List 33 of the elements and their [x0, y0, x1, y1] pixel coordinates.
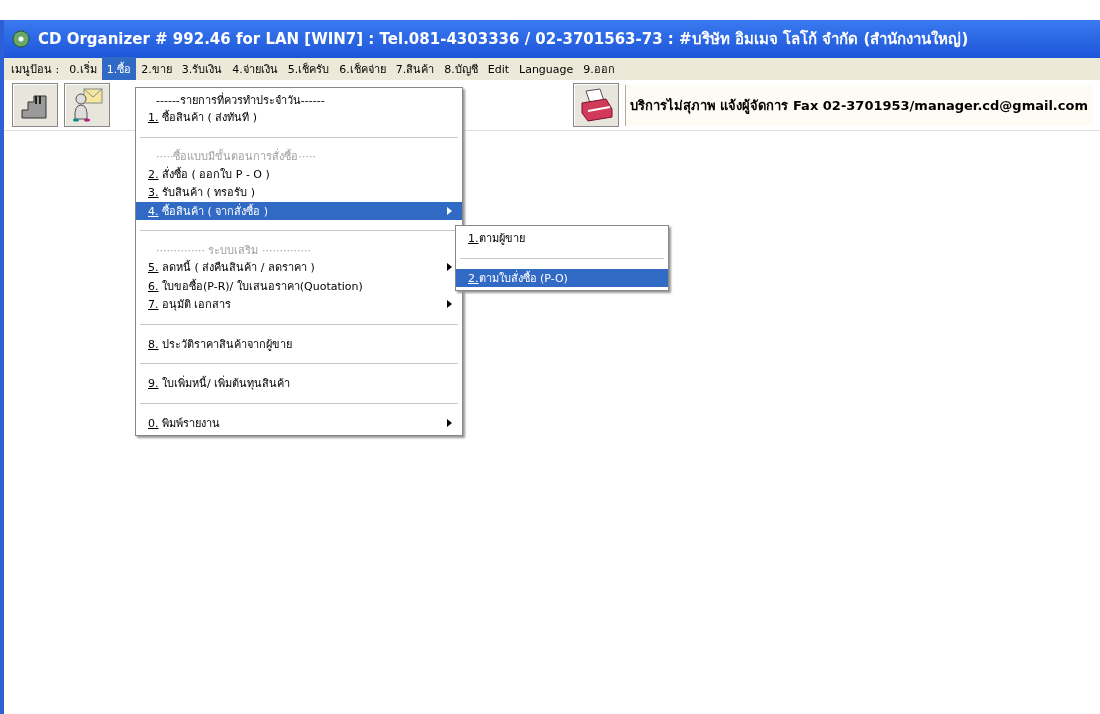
menu-bar-item[interactable]: 4.จ่ายเงิน	[227, 57, 283, 81]
menu-bar-item[interactable]: 6.เช็คจ่าย	[334, 57, 391, 81]
menu-bar-item[interactable]: 7.สินค้า	[390, 57, 440, 81]
menu-item[interactable]: 4. ซื้อสินค้า ( จากสั่งซื้อ )	[136, 201, 462, 220]
menu-item[interactable]: 1.ตามผู้ขาย	[456, 229, 668, 248]
menu-bar-item[interactable]: 8.บัญชี	[439, 57, 483, 81]
menu-bar-item[interactable]: 9.ออก	[578, 57, 620, 81]
menu-section-header: ·····ซื้อแบบมีขั้นตอนการสั่งซื้อ·····	[155, 147, 317, 165]
menu-bar-item[interactable]: 0.เริ่ม	[64, 57, 102, 81]
person-envelope-icon	[70, 87, 104, 123]
window-title: CD Organizer # 992.46 for LAN [WIN7] : Tel.081-4303336 / 02-3701563-73 : #บริษัท อิมเมจ โลโก้ จำกัด (สำนักงานใหญ่)	[38, 29, 969, 50]
menu-section-header: ------รายการที่ควรทำประจำวัน------	[155, 91, 326, 108]
menu-item[interactable]: 1. ซื้อสินค้า ( ส่งทันที )	[136, 108, 462, 127]
toolbar-button[interactable]	[12, 83, 58, 127]
menu-bar-item[interactable]: 2.ขาย	[136, 57, 177, 81]
menu-bar-item[interactable]: Edit	[482, 59, 514, 79]
menu-item[interactable]: 8. ประวัติราคาสินค้าจากผู้ขาย	[136, 334, 462, 353]
menu-item[interactable]: 7. อนุมัติ เอกสาร	[136, 295, 462, 314]
menu-bar-item[interactable]: 5.เช็ครับ	[282, 57, 335, 81]
menu-item[interactable]: 2.ตามใบสั่งซื้อ (P-O)	[456, 268, 668, 287]
menu-bar-label: เมนูป้อน :	[10, 62, 61, 78]
notice-text: บริการไม่สุภาพ แจ้งผู้จัดการ Fax 02-3701953/manager.cd@gmail.com	[624, 84, 1092, 126]
menu-bar-item[interactable]: 3.รับเงิน	[176, 57, 228, 81]
menu-item[interactable]: 9. ใบเพิ่มหนี้/ เพิ่มต้นทุนสินค้า	[136, 374, 462, 393]
menu-item[interactable]: 3. รับสินค้า ( ทรอรับ )	[136, 183, 462, 202]
cd-icon	[12, 30, 30, 48]
toolbar-button[interactable]	[64, 83, 110, 127]
toolbar-button[interactable]	[572, 83, 619, 127]
menu-item[interactable]: 0. พิมพ์รายงาน	[136, 413, 462, 432]
menu-bar-item[interactable]: 1.ซื้อ	[101, 57, 137, 81]
menu-bar-item[interactable]: Language	[514, 59, 579, 79]
menu-item[interactable]: 2. สั่งซื้อ ( ออกใบ P - O )	[136, 164, 462, 183]
menu-section-header: ·············· ระบบเสริม ··············	[155, 242, 312, 258]
